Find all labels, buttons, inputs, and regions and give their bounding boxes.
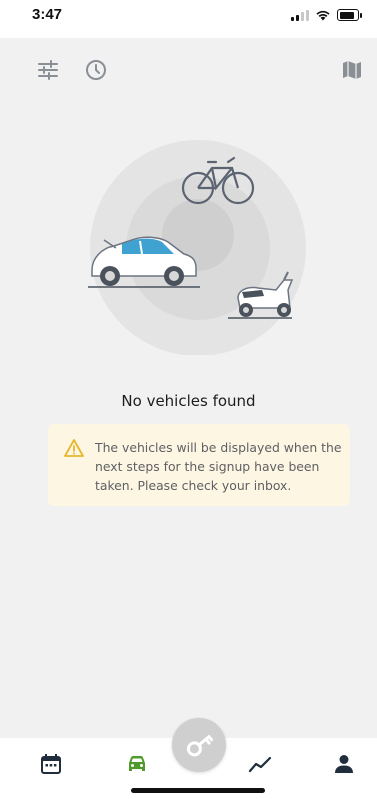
- trend-line-icon[interactable]: [248, 752, 272, 776]
- notice-text: The vehicles will be displayed when the …: [95, 440, 342, 493]
- status-icons: [291, 9, 362, 21]
- cellular-signal-icon: [291, 9, 309, 21]
- signup-notice: The vehicles will be displayed when the …: [48, 424, 350, 506]
- warning-triangle-icon: [64, 439, 84, 457]
- key-button[interactable]: [172, 718, 226, 772]
- person-icon[interactable]: [332, 752, 356, 776]
- empty-vehicles-illustration: [88, 140, 306, 355]
- status-time: 3:47: [32, 6, 63, 23]
- home-indicator[interactable]: [131, 788, 265, 793]
- clock-icon[interactable]: [84, 58, 108, 82]
- status-bar: 3:47: [0, 0, 377, 38]
- sliders-icon[interactable]: [36, 58, 60, 82]
- key-icon: [186, 735, 214, 757]
- battery-icon: [337, 9, 362, 21]
- empty-state-title: No vehicles found: [121, 392, 256, 410]
- calendar-icon[interactable]: [39, 752, 63, 776]
- wifi-icon: [316, 10, 330, 21]
- car-icon[interactable]: [125, 752, 149, 776]
- map-icon[interactable]: [340, 58, 364, 82]
